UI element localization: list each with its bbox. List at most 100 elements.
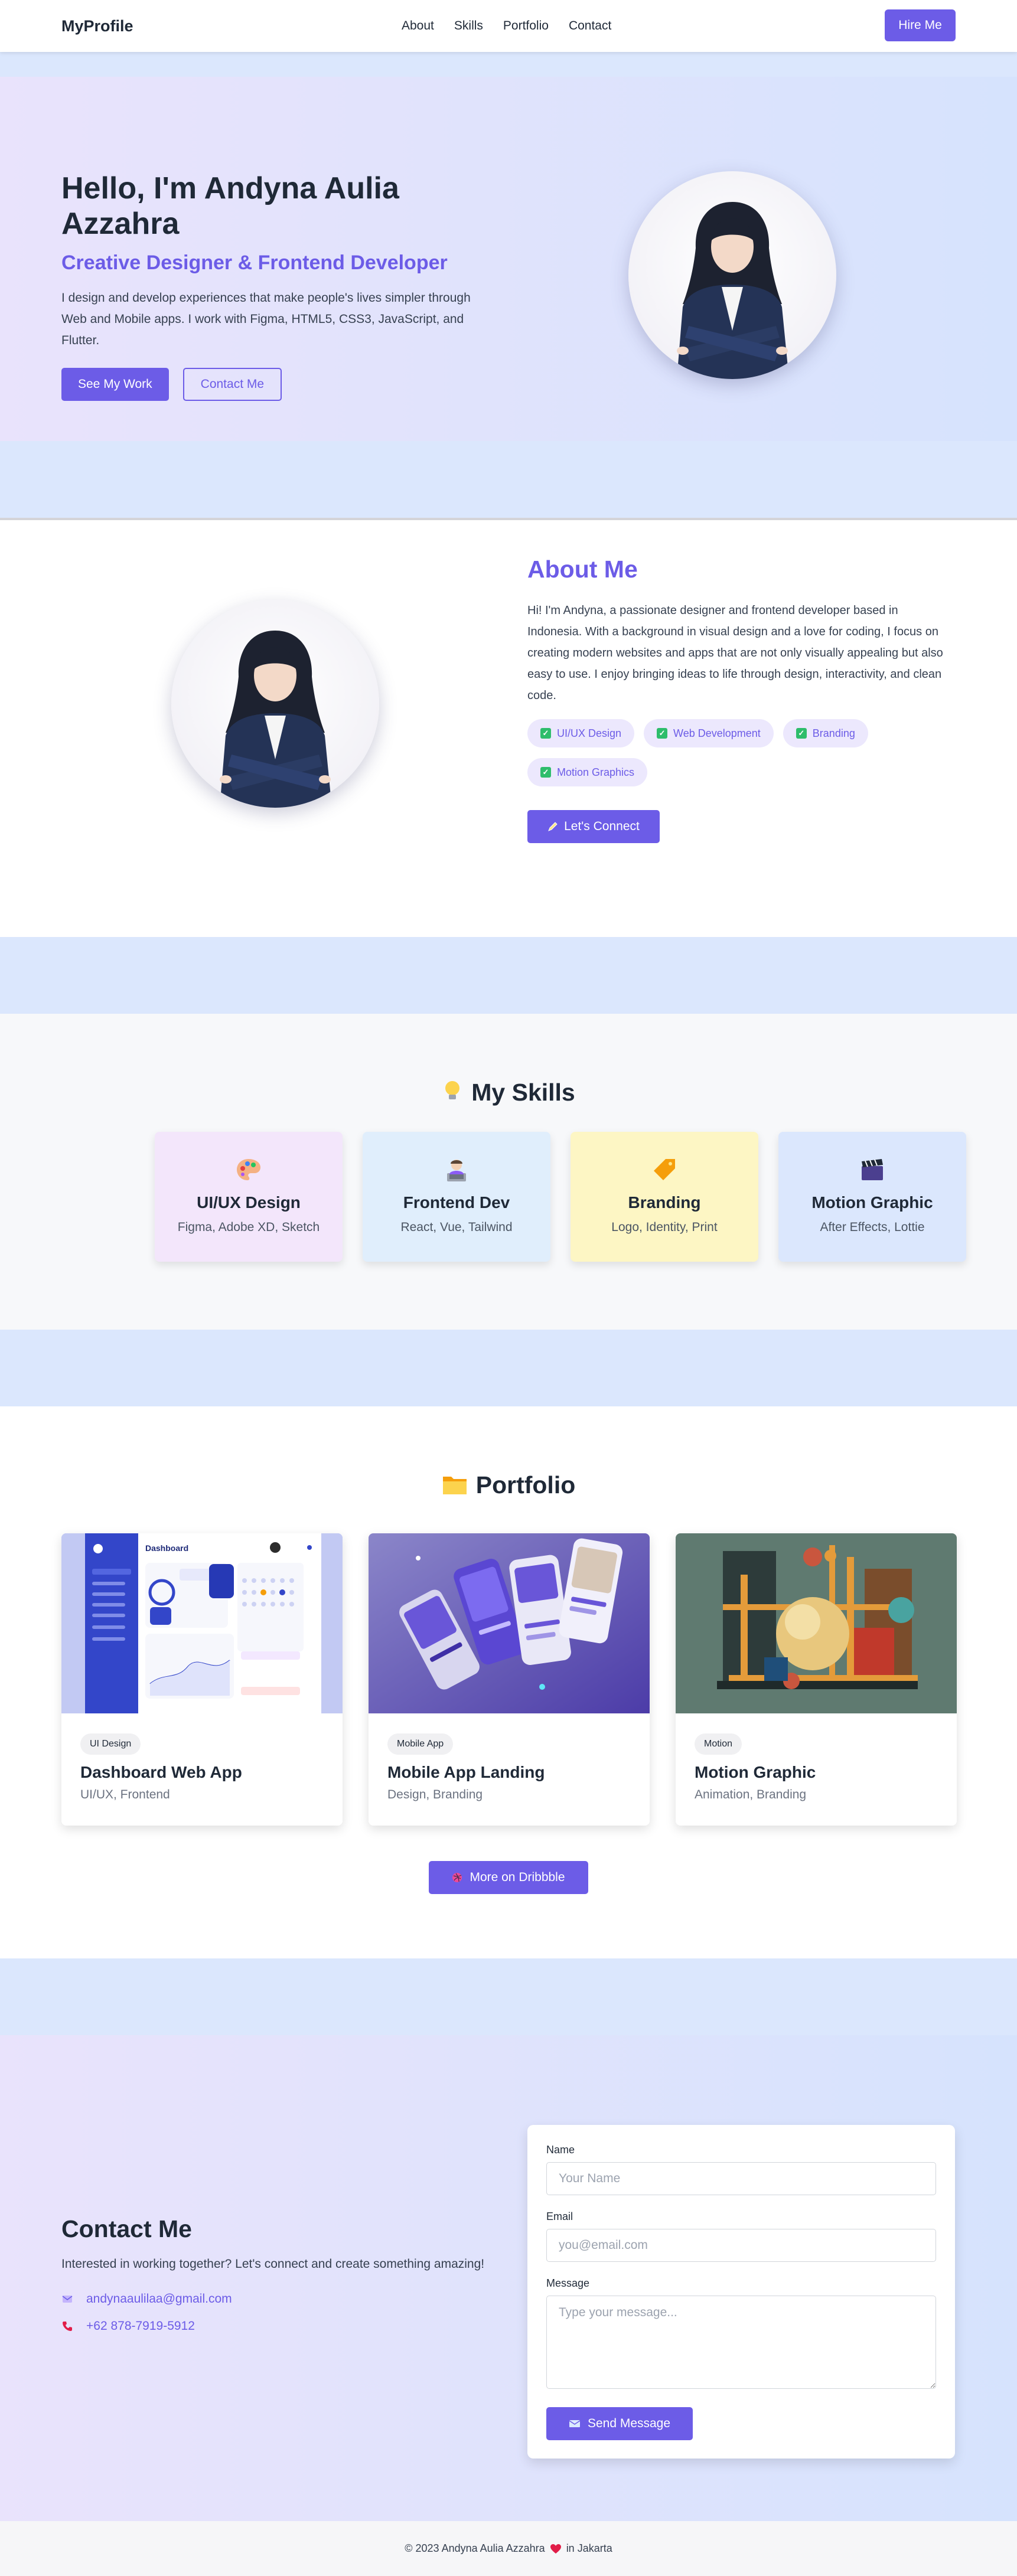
dashboard-mockup-image: Dashboard xyxy=(61,1533,343,1713)
about-description: Hi! I'm Andyna, a passionate designer an… xyxy=(527,604,943,702)
tag-label: Motion Graphics xyxy=(557,766,635,778)
category-chip: Mobile App xyxy=(387,1733,454,1755)
about-avatar-wrapper xyxy=(171,600,379,808)
hero-subtitle: Creative Designer & Frontend Developer xyxy=(61,251,448,274)
skill-tools: After Effects, Lottie xyxy=(820,1220,925,1234)
section-spacer xyxy=(0,1330,1017,1406)
dribbble-icon xyxy=(452,1873,462,1882)
tag-label: Branding xyxy=(812,727,855,739)
more-on-dribbble-button[interactable]: More on Dribbble xyxy=(429,1861,588,1894)
portfolio-card-title: Mobile App Landing xyxy=(387,1763,545,1781)
skill-name: Frontend Dev xyxy=(403,1193,510,1212)
hero-title: Hello, I'm Andyna Aulia Azzahra xyxy=(61,171,399,241)
skill-tools: Logo, Identity, Print xyxy=(611,1220,718,1234)
contact-section: Contact Me Interested in working togethe… xyxy=(0,2035,1017,2521)
more-on-dribbble-label: More on Dribbble xyxy=(470,1870,565,1884)
hero-buttons: See My Work Contact Me xyxy=(61,367,510,401)
portfolio-title: Portfolio xyxy=(0,1471,1017,1499)
portfolio-card-title: Dashboard Web App xyxy=(80,1763,242,1781)
skills-section: My Skills UI/UX Design Figma, Adobe XD, … xyxy=(0,1014,1017,1330)
palette-icon xyxy=(237,1159,260,1180)
contact-me-button[interactable]: Contact Me xyxy=(182,367,282,401)
section-spacer xyxy=(0,52,1017,77)
motion-graphic-artwork-image xyxy=(676,1533,957,1713)
skill-card: Branding Logo, Identity, Print xyxy=(571,1132,758,1262)
portfolio-card-meta: Animation, Branding xyxy=(695,1788,807,1801)
contact-phone-link[interactable]: +62 878-7919-5912 xyxy=(86,2319,195,2333)
dashboard-thumbnail: Dashboard xyxy=(61,1533,343,1713)
portfolio-card-body: UI Design Dashboard Web App UI/UX, Front… xyxy=(61,1713,343,1822)
tag-motion-graphics: ✓ Motion Graphics xyxy=(527,758,648,786)
about-title: About Me xyxy=(527,556,638,583)
email-label: Email xyxy=(546,2211,573,2222)
contact-intro: Interested in working together? Let's co… xyxy=(61,2257,485,2271)
portfolio-card[interactable]: Dashboard UI Design Dashboard Web App UI… xyxy=(61,1533,343,1826)
portfolio-title-text: Portfolio xyxy=(475,1471,576,1498)
skill-name: Motion Graphic xyxy=(811,1193,933,1212)
nav-link-contact[interactable]: Contact xyxy=(569,19,611,33)
skills-grid: UI/UX Design Figma, Adobe XD, Sketch Fro… xyxy=(155,1132,966,1262)
motion-graphic-thumbnail xyxy=(676,1533,957,1713)
portfolio-section: Portfolio Dashboard UI Design Dashboard … xyxy=(0,1406,1017,1958)
avatar xyxy=(628,171,836,379)
skills-title-text: My Skills xyxy=(471,1079,575,1106)
skill-card: Frontend Dev React, Vue, Tailwind xyxy=(363,1132,550,1262)
portfolio-card-body: Mobile App Mobile App Landing Design, Br… xyxy=(369,1713,650,1822)
portfolio-card-body: Motion Motion Graphic Animation, Brandin… xyxy=(676,1713,957,1822)
skill-card: UI/UX Design Figma, Adobe XD, Sketch xyxy=(155,1132,343,1262)
heart-icon xyxy=(550,2544,561,2554)
person-portrait-image xyxy=(220,631,332,808)
nav-links: About Skills Portfolio Contact xyxy=(402,0,611,52)
skill-card: Motion Graphic After Effects, Lottie xyxy=(778,1132,966,1262)
hero-copy: Hello, I'm Andyna Aulia Azzahra Creative… xyxy=(61,171,510,401)
section-spacer xyxy=(0,441,1017,518)
email-input[interactable] xyxy=(546,2229,936,2262)
skills-title: My Skills xyxy=(0,1079,1017,1106)
skill-tools: Figma, Adobe XD, Sketch xyxy=(177,1220,320,1234)
mobile-app-thumbnail xyxy=(369,1533,650,1713)
avatar xyxy=(171,600,379,808)
name-field-group: Name xyxy=(546,2144,936,2195)
hero-description: I design and develop experiences that ma… xyxy=(61,290,471,347)
section-spacer xyxy=(0,1958,1017,2035)
name-input[interactable] xyxy=(546,2162,936,2195)
nav-link-portfolio[interactable]: Portfolio xyxy=(503,19,549,33)
portfolio-card-meta: UI/UX, Frontend xyxy=(80,1788,170,1801)
skill-tools: React, Vue, Tailwind xyxy=(400,1220,513,1234)
nav-link-skills[interactable]: Skills xyxy=(454,19,483,33)
email-field-group: Email xyxy=(546,2211,936,2262)
brand-logo[interactable]: MyProfile xyxy=(61,17,133,35)
category-chip: UI Design xyxy=(80,1733,141,1755)
message-field-group: Message xyxy=(546,2277,936,2392)
pencil-icon xyxy=(548,822,558,831)
checkmark-icon: ✓ xyxy=(540,728,551,739)
portfolio-card[interactable]: Motion Motion Graphic Animation, Brandin… xyxy=(676,1533,957,1826)
nav-link-about[interactable]: About xyxy=(402,19,434,33)
footer: © 2023 Andyna Aulia Azzahra in Jakarta xyxy=(0,2521,1017,2576)
contact-phone-row: +62 878-7919-5912 xyxy=(61,2319,487,2333)
skill-name: UI/UX Design xyxy=(197,1193,301,1212)
hero-avatar-wrapper xyxy=(628,171,836,379)
developer-icon xyxy=(447,1160,466,1181)
skill-name: Branding xyxy=(628,1193,701,1212)
mobile-app-mockup-image xyxy=(369,1533,650,1713)
section-spacer xyxy=(0,937,1017,1014)
see-my-work-button[interactable]: See My Work xyxy=(61,367,169,401)
label-tag-icon xyxy=(654,1159,675,1180)
contact-form: Name Email Message Send Message xyxy=(527,2125,955,2459)
portfolio-card-meta: Design, Branding xyxy=(387,1788,483,1801)
folder-icon xyxy=(442,1477,467,1494)
dashboard-thumb-title: Dashboard xyxy=(145,1543,188,1553)
hire-me-button[interactable]: Hire Me xyxy=(885,9,956,41)
name-label: Name xyxy=(546,2144,575,2156)
lets-connect-label: Let's Connect xyxy=(564,820,640,833)
portfolio-card[interactable]: Mobile App Mobile App Landing Design, Br… xyxy=(369,1533,650,1826)
checkmark-icon: ✓ xyxy=(540,767,551,778)
send-message-button[interactable]: Send Message xyxy=(546,2407,693,2440)
navbar: MyProfile About Skills Portfolio Contact… xyxy=(0,0,1017,52)
person-portrait-image xyxy=(677,202,789,379)
message-textarea[interactable] xyxy=(546,2296,936,2389)
contact-email-link[interactable]: andynaaulilaa@gmail.com xyxy=(86,2292,232,2306)
about-tags: ✓ UI/UX Design ✓ Web Development ✓ Branding… xyxy=(527,719,894,786)
lets-connect-button[interactable]: Let's Connect xyxy=(527,810,660,843)
